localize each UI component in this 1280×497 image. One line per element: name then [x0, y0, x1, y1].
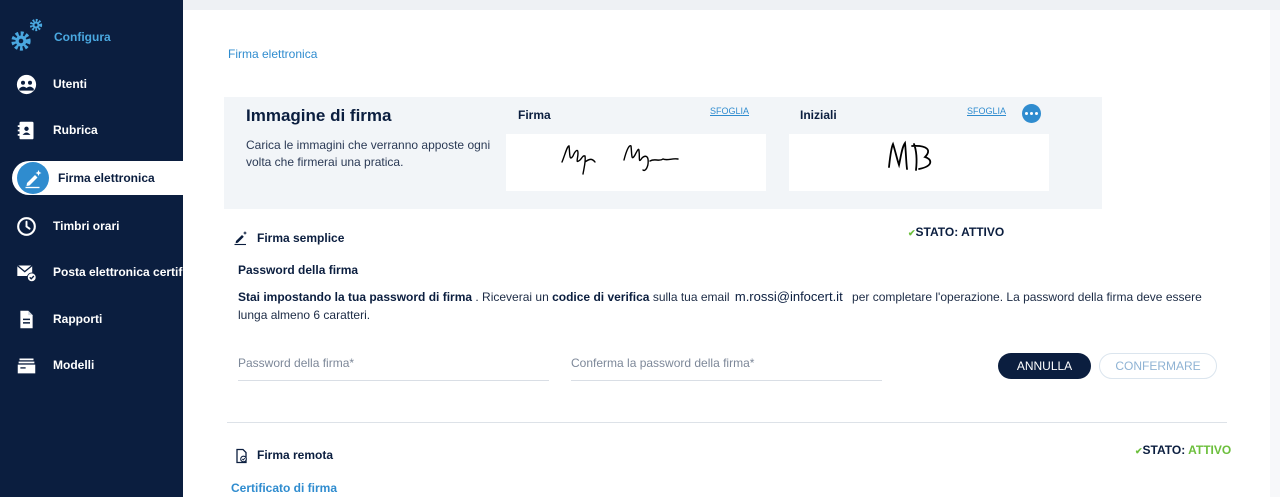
section-divider — [227, 422, 1227, 423]
more-options-button[interactable] — [1022, 104, 1041, 123]
cancel-button[interactable]: ANNULLA — [998, 353, 1091, 379]
clock-icon — [17, 217, 36, 236]
sidebar-item-rubrica[interactable]: Rubrica — [0, 113, 183, 147]
browse-iniziali-link[interactable]: SFOGLIA — [967, 106, 1006, 116]
firma-semplice-status: ✔STATO: ATTIVO — [908, 225, 1004, 239]
check-icon: ✔ — [908, 228, 916, 238]
password-field[interactable] — [238, 345, 549, 381]
signature-image-title: Immagine di firma — [246, 106, 392, 125]
more-dot-icon — [1025, 112, 1028, 115]
signature-image-description: Carica le immagini che verranno apposte … — [246, 138, 491, 169]
user-group-icon — [16, 74, 37, 95]
pen-sparkle-icon — [234, 231, 247, 246]
sidebar-item-label: Rubrica — [53, 123, 98, 137]
address-book-icon — [17, 121, 34, 140]
signature-image-box[interactable] — [506, 134, 766, 191]
sidebar-item-label: Modelli — [53, 358, 95, 372]
sidebar-item-utenti[interactable]: Utenti — [0, 67, 183, 101]
sidebar-header-label: Configura — [54, 30, 111, 44]
confirm-button[interactable]: CONFERMARE — [1099, 353, 1217, 379]
sidebar-header-configura[interactable]: Configura — [10, 18, 180, 54]
sidebar-item-label: Posta elettronica certificata — [53, 265, 183, 279]
gear-icon — [11, 31, 31, 51]
password-info-text: Stai impostando la tua password di firma… — [238, 288, 1228, 324]
sidebar-item-rapporti[interactable]: Rapporti — [0, 302, 183, 336]
iniziali-label: Iniziali — [800, 108, 837, 122]
right-edge-panel — [1270, 10, 1280, 497]
info-text-part: . Riceverai un — [472, 290, 553, 304]
sidebar: Configura Utenti Rubrica Firma elettroni… — [0, 0, 183, 497]
top-bar — [183, 0, 1280, 10]
firma-remota-status: ✔STATO: ATTIVO — [1135, 443, 1231, 457]
status-value: ATTIVO — [1188, 443, 1232, 457]
status-text: STATO: ATTIVO — [915, 225, 1005, 239]
sidebar-item-label: Timbri orari — [53, 219, 120, 233]
status-prefix: STATO: — [1142, 443, 1189, 457]
sidebar-item-firma-elettronica[interactable]: Firma elettronica — [12, 161, 183, 195]
browse-firma-link[interactable]: SFOGLIA — [710, 106, 749, 116]
info-bold-code: codice di verifica — [552, 290, 650, 304]
templates-icon — [17, 358, 36, 374]
firma-semplice-title: Firma semplice — [257, 231, 345, 245]
initials-image-box[interactable] — [789, 134, 1049, 191]
more-dot-icon — [1035, 112, 1038, 115]
sidebar-item-label: Firma elettronica — [58, 171, 155, 185]
sidebar-item-timbri-orari[interactable]: Timbri orari — [0, 209, 183, 243]
sidebar-item-modelli[interactable]: Modelli — [0, 348, 183, 382]
password-heading: Password della firma — [238, 263, 359, 277]
certified-mail-icon — [16, 264, 37, 283]
certificato-di-firma-link[interactable]: Certificato di firma — [231, 481, 337, 495]
document-icon — [20, 310, 33, 329]
firma-label: Firma — [518, 108, 551, 122]
more-dot-icon — [1030, 112, 1033, 115]
page-title: Firma elettronica — [228, 47, 318, 61]
info-text-part: sulla tua email — [649, 290, 733, 304]
handwritten-initials-image — [888, 140, 932, 171]
info-bold-password: Stai impostando la tua password di firma — [238, 290, 473, 304]
signature-pen-icon — [17, 162, 49, 194]
email-value: m.rossi@infocert.it — [734, 289, 843, 304]
sidebar-item-label: Utenti — [53, 77, 87, 91]
firma-remota-title: Firma remota — [257, 448, 334, 462]
confirm-password-field[interactable] — [571, 345, 882, 381]
sidebar-item-label: Rapporti — [53, 312, 103, 326]
small-gear-icon — [29, 18, 43, 32]
handwritten-signature-image — [561, 144, 679, 175]
remote-signature-icon — [236, 448, 247, 464]
sidebar-item-posta-elettronica[interactable]: Posta elettronica certificata — [0, 255, 183, 289]
check-icon: ✔ — [1135, 446, 1143, 456]
